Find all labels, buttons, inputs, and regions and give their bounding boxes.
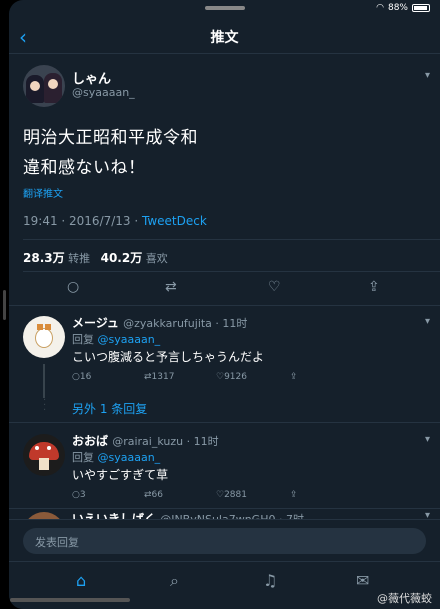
multitask-pill[interactable]	[205, 6, 245, 10]
reply-author[interactable]: メージュ @zyakkarufujita · 11时	[72, 314, 247, 331]
reply-item[interactable]: メージュ @zyakkarufujita · 11时 回复 @syaaaan_ …	[9, 306, 440, 398]
battery-percent: 88%	[387, 3, 408, 13]
chevron-down-icon[interactable]: ▾	[425, 70, 430, 81]
like-count[interactable]: 40.2万	[101, 251, 143, 265]
thread-line	[43, 364, 45, 398]
reply-author[interactable]: おおば @rairai_kuzu · 11时	[72, 432, 219, 449]
share-icon[interactable]: ⇪	[368, 279, 380, 295]
reply-to-link[interactable]: @syaaaan_	[98, 451, 161, 464]
reply-input[interactable]: 发表回复	[23, 528, 426, 554]
tweet-text-line1: 明治大正昭和平成令和	[23, 128, 198, 148]
retweet-count[interactable]: 28.3万	[23, 251, 65, 265]
tweet-meta: 19:41 · 2016/7/13 · TweetDeck	[23, 214, 207, 228]
status-bar: ◠ 88%	[9, 0, 440, 18]
more-replies-link[interactable]: 另外 1 条回复	[72, 400, 147, 417]
home-icon[interactable]: ⌂	[76, 571, 86, 590]
battery-icon	[412, 4, 430, 12]
reply-icon[interactable]: ○ 3	[72, 490, 86, 500]
reply-text: こいつ腹減ると予言しちゃうんだよ	[72, 350, 265, 364]
tweet-actions: ○ ⇄ ♡ ⇪	[9, 279, 440, 301]
bell-icon[interactable]: ♫	[263, 571, 277, 590]
reply-to: 回复 @syaaaan_	[72, 451, 161, 464]
reply-actions: ○ 3 ⇄ 66 ♡ 2881 ⇪	[72, 490, 440, 504]
main-tweet: しゃん @syaaaan_ ▾ 明治大正昭和平成令和 違和感ないね！ 翻译推文 …	[9, 54, 440, 312]
retweet-icon[interactable]: ⇄ 1317	[144, 372, 174, 382]
side-handle	[3, 290, 6, 320]
author-name[interactable]: しゃん	[72, 68, 111, 87]
like-icon[interactable]: ♡ 9126	[216, 372, 247, 382]
tweet-source-link[interactable]: TweetDeck	[142, 214, 207, 228]
retweet-label: 转推	[68, 252, 91, 265]
reply-to-link[interactable]: @syaaaan_	[98, 333, 161, 346]
divider	[9, 508, 440, 509]
avatar[interactable]	[23, 65, 65, 107]
wifi-icon: ◠	[376, 3, 384, 13]
reply-item[interactable]: おおば @rairai_kuzu · 11时 回复 @syaaaan_ いやすご…	[9, 424, 440, 512]
mail-icon[interactable]: ✉	[356, 571, 369, 590]
reply-text: いやすごすぎて草	[72, 468, 169, 482]
reply-avatar[interactable]	[23, 316, 65, 358]
top-bar: ‹ 推文	[9, 18, 440, 54]
like-icon[interactable]: ♡	[268, 279, 281, 295]
reply-handle: @zyakkarufujita · 11时	[123, 317, 248, 330]
author-handle[interactable]: @syaaaan_	[72, 86, 135, 99]
retweet-icon[interactable]: ⇄	[165, 279, 177, 295]
retweet-icon[interactable]: ⇄ 66	[144, 490, 163, 500]
reply-composer: 发表回复	[9, 519, 440, 561]
tweet-timestamp: 19:41 · 2016/7/13 ·	[23, 214, 142, 228]
home-indicator[interactable]	[10, 598, 130, 602]
tweet-counts: 28.3万 转推 40.2万 喜欢	[23, 249, 168, 266]
share-icon[interactable]: ⇪	[290, 372, 298, 382]
app-screen: ◠ 88% ‹ 推文 しゃん @syaaaan_ ▾ 明治大正昭和平成令和 違和…	[9, 0, 440, 609]
reply-icon[interactable]: ○	[67, 279, 79, 295]
reply-actions: ○ 16 ⇄ 1317 ♡ 9126 ⇪	[72, 372, 440, 386]
chevron-down-icon[interactable]: ▾	[425, 434, 430, 445]
chevron-down-icon[interactable]: ▾	[425, 316, 430, 327]
page-title: 推文	[210, 30, 239, 46]
reply-avatar[interactable]	[23, 434, 65, 476]
reply-icon[interactable]: ○ 16	[72, 372, 91, 382]
share-icon[interactable]: ⇪	[290, 490, 298, 500]
translate-link[interactable]: 翻译推文	[23, 185, 63, 200]
search-icon[interactable]: ⌕	[170, 571, 179, 591]
divider	[9, 422, 440, 423]
reply-handle: @rairai_kuzu · 11时	[112, 435, 219, 448]
tweet-text-line2: 違和感ないね！	[23, 158, 146, 178]
reply-to: 回复 @syaaaan_	[72, 333, 161, 346]
status-right: ◠ 88%	[376, 3, 430, 13]
thread-dots: · · ·	[43, 395, 47, 416]
like-icon[interactable]: ♡ 2881	[216, 490, 247, 500]
divider	[23, 271, 440, 272]
like-label: 喜欢	[145, 252, 168, 265]
divider	[23, 239, 440, 240]
watermark: @薇代薇蛟	[377, 592, 432, 605]
